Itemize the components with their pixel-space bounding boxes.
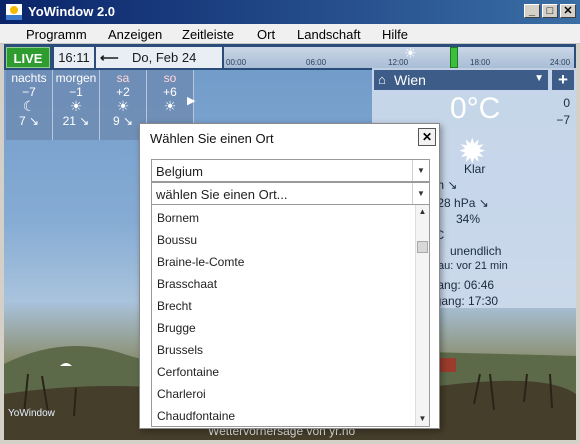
forecast-temp: +2 — [116, 85, 130, 99]
place-select[interactable]: wählen Sie einen Ort... ▼ — [151, 182, 430, 205]
forecast-day-name: so — [163, 71, 177, 85]
last-updated: au: vor 21 min — [438, 260, 508, 272]
maximize-button[interactable]: □ — [542, 4, 558, 18]
forecast-wind: 7 ↘ — [18, 114, 40, 128]
window-titlebar: YoWindow 2.0 _ □ ✕ — [0, 0, 580, 24]
forecast-wind: 21 ↘ — [62, 114, 90, 128]
country-value: Belgium — [156, 164, 203, 179]
min-temp: −7 — [556, 113, 570, 127]
time-bar: LIVE 16:11 ⟵ Do, Feb 24 00:00 06:00 12:0… — [4, 44, 576, 70]
menu-hilfe[interactable]: Hilfe — [382, 27, 408, 42]
choose-location-dialog: Wählen Sie einen Ort ✕ Belgium ▼ wählen … — [139, 123, 440, 429]
humidity: 34% — [456, 212, 481, 226]
timeline-tick: 24:00 — [550, 58, 571, 67]
forecast-temp: −1 — [69, 85, 83, 99]
list-item[interactable]: Charleroi — [157, 387, 206, 401]
yowindow-app-icon — [6, 4, 22, 20]
list-item[interactable]: Brussels — [157, 343, 203, 357]
timeline-tick: 00:00 — [226, 58, 247, 67]
menu-bar: Programm Anzeigen Zeitleiste Ort Landsch… — [0, 24, 580, 44]
list-item[interactable]: Brasschaat — [157, 277, 217, 291]
country-select[interactable]: Belgium ▼ — [151, 159, 430, 182]
moon-icon: ☾ — [22, 98, 36, 114]
list-scrollbar[interactable]: ▲ ▼ — [415, 205, 429, 426]
place-list[interactable]: Bornem Boussu Braine-le-Comte Brasschaat… — [151, 204, 430, 427]
home-icon: ⌂ — [378, 72, 386, 87]
dialog-title: Wählen Sie einen Ort — [150, 131, 274, 146]
max-temp: 0 — [563, 96, 570, 110]
dialog-close-button[interactable]: ✕ — [418, 128, 436, 146]
forecast-day-name: nachts — [11, 71, 47, 85]
yowindow-logo: YoWindow — [8, 408, 55, 419]
timeline-tick: 18:00 — [470, 58, 491, 67]
list-item[interactable]: Braine-le-Comte — [157, 255, 244, 269]
forecast-day[interactable]: nachts −7 ☾ 7 ↘ — [6, 70, 53, 140]
menu-ort[interactable]: Ort — [257, 27, 275, 42]
condition: Klar — [464, 162, 486, 176]
list-item[interactable]: Brugge — [157, 321, 196, 335]
timeline-marker[interactable] — [450, 47, 458, 68]
close-window-button[interactable]: ✕ — [560, 4, 576, 18]
previous-day-arrow-icon[interactable]: ⟵ — [100, 47, 119, 68]
chevron-down-icon[interactable]: ▼ — [412, 160, 429, 181]
forecast-temp: −7 — [22, 85, 36, 99]
forecast-day-name: sa — [116, 71, 130, 85]
scroll-up-icon[interactable]: ▲ — [416, 205, 429, 219]
last-updated-value: vor 21 min — [456, 260, 508, 272]
list-item[interactable]: Brecht — [157, 299, 192, 313]
scrollbar-thumb[interactable] — [417, 241, 428, 253]
current-temperature: 0°C — [450, 92, 501, 125]
chevron-down-icon: ▼ — [534, 73, 544, 84]
list-item[interactable]: Cerfontaine — [157, 365, 219, 379]
visibility: unendlich — [450, 244, 502, 258]
live-button[interactable]: LIVE — [6, 47, 50, 68]
scroll-down-icon[interactable]: ▼ — [416, 412, 429, 426]
add-location-button[interactable]: + — [552, 70, 574, 90]
forecast-day-name: morgen — [55, 71, 97, 85]
location-selector[interactable]: ⌂ Wien ▼ — [374, 70, 548, 90]
menu-landschaft[interactable]: Landschaft — [297, 27, 361, 42]
current-date: Do, Feb 24 — [132, 50, 197, 65]
timeline[interactable]: 00:00 06:00 12:00 18:00 24:00 ☀ — [224, 45, 574, 68]
list-item[interactable]: Chaudfontaine — [157, 409, 235, 423]
timeline-tick: 06:00 — [306, 58, 327, 67]
menu-anzeigen[interactable]: Anzeigen — [108, 27, 162, 42]
list-item[interactable]: Bornem — [157, 211, 199, 225]
forecast-day[interactable]: morgen −1 ☀ 21 ↘ — [53, 70, 100, 140]
sun-icon: ☀ — [116, 98, 130, 114]
current-time: 16:11 — [54, 47, 94, 68]
list-item[interactable]: Boussu — [157, 233, 197, 247]
menu-zeitleiste[interactable]: Zeitleiste — [182, 27, 234, 42]
sun-icon: ☀ — [404, 45, 417, 61]
forecast-next-arrow-icon[interactable]: ▶ — [187, 94, 195, 107]
minimize-button[interactable]: _ — [524, 4, 540, 18]
menu-programm[interactable]: Programm — [26, 27, 87, 42]
last-updated-label: au: — [438, 260, 454, 272]
date-navigator: ⟵ Do, Feb 24 — [96, 47, 222, 68]
place-placeholder: wählen Sie einen Ort... — [156, 187, 288, 202]
window-title: YoWindow 2.0 — [28, 4, 116, 19]
partly-cloudy-icon: ☀ — [69, 98, 83, 114]
location-name: Wien — [394, 72, 426, 88]
chevron-down-icon[interactable]: ▼ — [412, 183, 429, 204]
